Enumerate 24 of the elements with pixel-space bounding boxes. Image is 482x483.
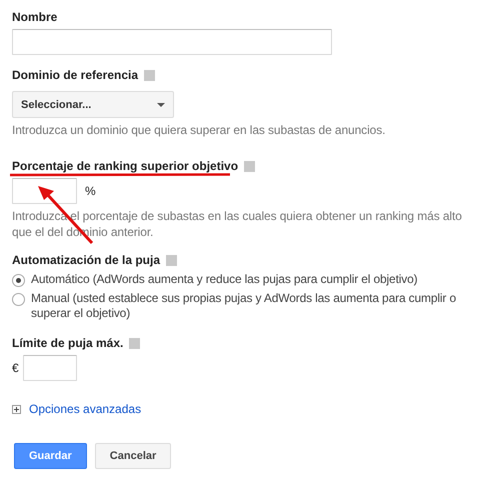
advanced-options-link[interactable]: Opciones avanzadas (29, 401, 142, 417)
text-input[interactable] (12, 29, 332, 55)
help-text: Introduzca un dominio que quiera superar en las subastas de anuncios. (12, 122, 386, 138)
option-label: Manual (usted establece sus propias pujas y AdWords las aumenta para cumplir o superar el objetivo) (31, 291, 457, 321)
radio-button[interactable] (12, 293, 25, 306)
currency-sign: € (12, 360, 19, 376)
caret-icon (157, 102, 165, 106)
radio-button[interactable] (12, 274, 25, 287)
help-icon[interactable] (144, 70, 156, 80)
dropdown[interactable]: Seleccionar... (12, 91, 174, 118)
expand-icon[interactable] (12, 404, 21, 414)
field-label: Dominio de referencia (12, 67, 138, 83)
field-label: Nombre (12, 9, 58, 25)
percent-sign: % (85, 183, 96, 199)
percent-input[interactable] (12, 178, 77, 204)
field-label: Automatización de la puja (12, 252, 160, 268)
bid-input[interactable] (22, 355, 77, 381)
cancel-button[interactable]: Cancelar (94, 443, 172, 469)
help-icon[interactable] (129, 338, 140, 348)
option-label: Automático (AdWords aumenta y reduce las pujas para cumplir el objetivo) (31, 272, 418, 287)
field-label: Porcentaje de ranking superior objetivo (12, 158, 238, 174)
field-label: Límite de puja máx. (12, 335, 124, 351)
help-icon[interactable] (244, 160, 256, 172)
help-icon[interactable] (166, 254, 178, 266)
